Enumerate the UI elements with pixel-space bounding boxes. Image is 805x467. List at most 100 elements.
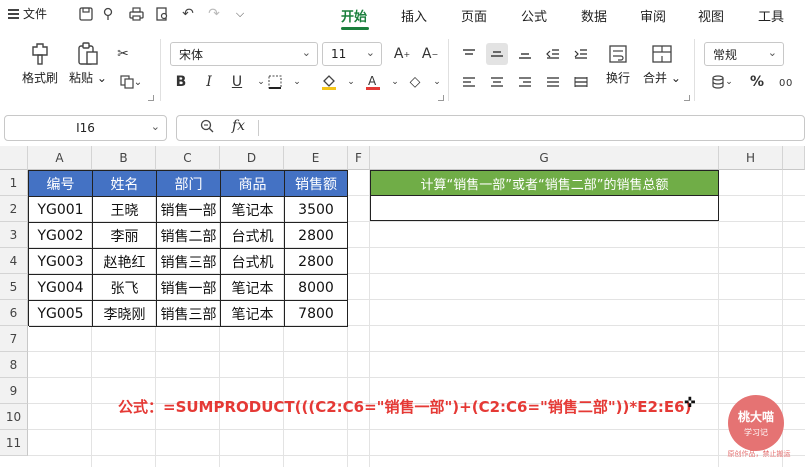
increase-indent-icon[interactable] xyxy=(570,43,592,65)
column-header-f[interactable]: F xyxy=(348,146,370,170)
table-header-cell[interactable]: 编号 xyxy=(29,171,93,197)
column-header-a[interactable]: A xyxy=(28,146,92,170)
answer-cell[interactable] xyxy=(370,195,719,221)
clear-format-icon[interactable]: ◇ xyxy=(404,71,426,93)
column-header-i[interactable] xyxy=(783,146,805,170)
print-preview-icon[interactable] xyxy=(152,4,172,24)
table-cell[interactable]: YG004 xyxy=(29,275,93,301)
tab-tools[interactable]: 工具 xyxy=(758,6,784,25)
font-color-icon[interactable]: A xyxy=(362,71,384,93)
tab-view[interactable]: 视图 xyxy=(698,6,724,25)
table-header-cell[interactable]: 姓名 xyxy=(93,171,157,197)
font-name-select[interactable]: 宋体 ⌄ xyxy=(170,42,318,66)
clear-format-dropdown-icon[interactable]: ⌄ xyxy=(426,71,448,93)
format-painter-button[interactable]: 格式刷 xyxy=(20,39,60,86)
chevron-down-icon[interactable]: ⌵ xyxy=(230,4,250,24)
table-cell[interactable]: 销售一部 xyxy=(157,275,221,301)
table-header-cell[interactable]: 部门 xyxy=(157,171,221,197)
table-cell[interactable]: 王晓 xyxy=(93,197,157,223)
decrease-indent-icon[interactable] xyxy=(542,43,564,65)
table-cell[interactable]: 2800 xyxy=(285,249,348,275)
fill-color-dropdown-icon[interactable]: ⌄ xyxy=(340,71,362,93)
cut-icon[interactable]: ✂ xyxy=(112,43,134,65)
insert-function-icon[interactable]: fx xyxy=(232,118,245,134)
table-cell[interactable]: 笔记本 xyxy=(221,197,285,223)
row-header-7[interactable]: 7 xyxy=(0,326,28,352)
bold-button[interactable]: B xyxy=(170,71,192,93)
file-menu[interactable]: 文件 xyxy=(8,5,47,22)
table-cell[interactable]: 7800 xyxy=(285,301,348,327)
currency-icon[interactable]: ⌄ xyxy=(706,71,738,93)
question-header-cell[interactable]: 计算“销售一部”或者“销售二部”的销售总额 xyxy=(370,170,719,196)
table-cell[interactable]: 赵艳红 xyxy=(93,249,157,275)
align-left-icon[interactable] xyxy=(458,71,480,93)
row-header-11[interactable]: 11 xyxy=(0,430,28,456)
tab-insert[interactable]: 插入 xyxy=(401,6,427,25)
row-header-6[interactable]: 6 xyxy=(0,300,28,326)
spreadsheet-grid[interactable]: A B C D E F G H 1 2 3 4 5 6 7 8 9 10 11 … xyxy=(0,146,805,467)
table-cell[interactable]: 销售三部 xyxy=(157,249,221,275)
decrease-font-icon[interactable]: A − xyxy=(419,43,441,65)
border-dropdown-icon[interactable]: ⌄ xyxy=(286,71,308,93)
row-header-2[interactable]: 2 xyxy=(0,196,28,222)
undo-icon[interactable]: ↶ xyxy=(178,4,198,24)
increase-font-icon[interactable]: A + xyxy=(391,43,413,65)
border-icon[interactable] xyxy=(264,71,286,93)
font-launcher-icon[interactable] xyxy=(438,95,444,101)
table-cell[interactable]: YG002 xyxy=(29,223,93,249)
save-icon[interactable] xyxy=(76,4,96,24)
italic-button[interactable]: I xyxy=(198,71,220,93)
copy-icon[interactable]: ⌄ xyxy=(116,71,146,93)
print-icon[interactable] xyxy=(126,4,146,24)
table-cell[interactable]: 销售三部 xyxy=(157,301,221,327)
underline-button[interactable]: U xyxy=(226,71,248,93)
table-cell[interactable]: 李丽 xyxy=(93,223,157,249)
paste-button[interactable]: 粘贴 ⌄ xyxy=(68,39,108,86)
select-all-corner[interactable] xyxy=(0,146,28,170)
fill-color-icon[interactable] xyxy=(318,71,340,93)
name-box[interactable]: I16 ⌄ xyxy=(4,115,167,141)
table-header-cell[interactable]: 商品 xyxy=(221,171,285,197)
table-cell[interactable]: 3500 xyxy=(285,197,348,223)
tab-review[interactable]: 审阅 xyxy=(640,6,666,25)
align-middle-icon[interactable] xyxy=(486,43,508,65)
table-header-cell[interactable]: 销售额 xyxy=(285,171,348,197)
row-header-1[interactable]: 1 xyxy=(0,170,28,196)
wrap-text-button[interactable]: 换行 xyxy=(600,39,636,86)
column-header-e[interactable]: E xyxy=(284,146,348,170)
redo-icon[interactable]: ↷ xyxy=(204,4,224,24)
column-header-d[interactable]: D xyxy=(220,146,284,170)
thousands-separator-icon[interactable]: 00 xyxy=(776,71,798,93)
table-cell[interactable]: YG001 xyxy=(29,197,93,223)
table-cell[interactable]: 销售一部 xyxy=(157,197,221,223)
align-bottom-icon[interactable] xyxy=(514,43,536,65)
align-center-icon[interactable] xyxy=(486,71,508,93)
table-cell[interactable]: 台式机 xyxy=(221,223,285,249)
table-cell[interactable]: 张飞 xyxy=(93,275,157,301)
alignment-launcher-icon[interactable] xyxy=(684,95,690,101)
font-size-select[interactable]: 11 ⌄ xyxy=(322,42,382,66)
column-header-h[interactable]: H xyxy=(719,146,783,170)
column-header-c[interactable]: C xyxy=(156,146,220,170)
row-header-10[interactable]: 10 xyxy=(0,404,28,430)
align-right-icon[interactable] xyxy=(514,71,536,93)
table-cell[interactable]: YG003 xyxy=(29,249,93,275)
table-cell[interactable]: 李晓刚 xyxy=(93,301,157,327)
distributed-align-icon[interactable] xyxy=(570,71,592,93)
justify-icon[interactable] xyxy=(542,71,564,93)
number-format-select[interactable]: 常规 ⌄ xyxy=(704,42,784,66)
tab-formula[interactable]: 公式 xyxy=(521,6,547,25)
merge-button[interactable]: 合并 ⌄ xyxy=(642,39,682,86)
table-cell[interactable]: 2800 xyxy=(285,223,348,249)
align-top-icon[interactable] xyxy=(458,43,480,65)
export-pdf-icon[interactable] xyxy=(100,4,120,24)
table-cell[interactable]: YG005 xyxy=(29,301,93,327)
tab-home[interactable]: 开始 xyxy=(341,6,367,25)
table-cell[interactable]: 8000 xyxy=(285,275,348,301)
tab-page[interactable]: 页面 xyxy=(461,6,487,25)
zoom-icon[interactable] xyxy=(200,119,214,133)
percent-button[interactable]: % xyxy=(746,71,768,93)
table-cell[interactable]: 笔记本 xyxy=(221,301,285,327)
table-cell[interactable]: 台式机 xyxy=(221,249,285,275)
row-header-9[interactable]: 9 xyxy=(0,378,28,404)
